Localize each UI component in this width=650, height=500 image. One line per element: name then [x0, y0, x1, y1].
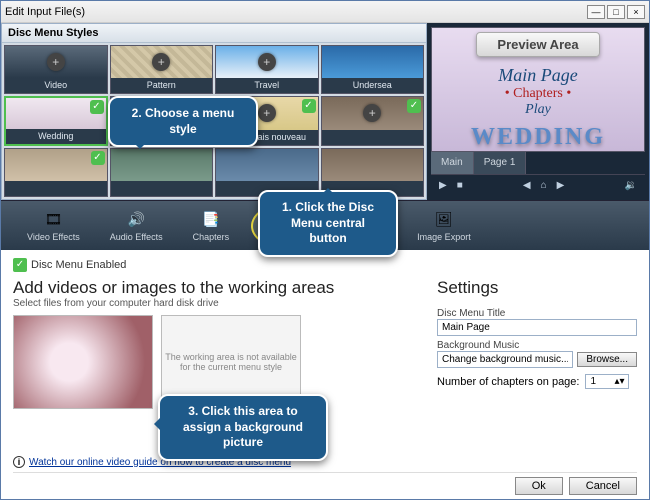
- browse-button[interactable]: Browse...: [577, 352, 637, 367]
- disc-menu-enabled-label: Disc Menu Enabled: [31, 259, 126, 271]
- selected-badge-icon: ✓: [302, 99, 316, 113]
- minimize-button[interactable]: —: [587, 5, 605, 19]
- ok-button[interactable]: Ok: [515, 477, 563, 495]
- preview-area-label: Preview Area: [476, 32, 599, 57]
- callout-2: 2. Choose a menu style: [108, 96, 258, 147]
- callout-1: 1. Click the Disc Menu central button: [258, 190, 398, 257]
- style-item-pattern[interactable]: +Pattern: [110, 45, 214, 94]
- add-icon: +: [258, 53, 276, 71]
- tab-main[interactable]: Main: [431, 152, 474, 174]
- preview-banner: WEDDING: [471, 124, 605, 151]
- chapters-icon: 📑: [199, 210, 223, 230]
- preview-area: Preview Area Main Page Chapters Play WED…: [431, 27, 645, 152]
- styles-header: Disc Menu Styles: [2, 24, 426, 43]
- maximize-button[interactable]: □: [607, 5, 625, 19]
- bg-music-label: Background Music: [437, 340, 637, 351]
- audio-effects-icon: 🔊: [124, 210, 148, 230]
- style-item-travel[interactable]: +Travel: [215, 45, 319, 94]
- settings-column: Settings Disc Menu Title Background Musi…: [437, 278, 637, 472]
- titlebar: Edit Input File(s) — □ ×: [1, 1, 649, 23]
- cancel-button[interactable]: Cancel: [569, 477, 637, 495]
- tab-page1[interactable]: Page 1: [474, 152, 527, 174]
- upper-panel: Disc Menu Styles +Video +Pattern +Travel…: [1, 23, 649, 200]
- settings-heading: Settings: [437, 278, 637, 298]
- next-icon[interactable]: ▶: [557, 180, 565, 191]
- num-chapters-spinner[interactable]: 1▴▾: [585, 374, 629, 389]
- play-icon[interactable]: ▶: [439, 180, 447, 191]
- style-item-wedding[interactable]: ✓Wedding: [4, 96, 108, 145]
- selected-badge-icon: ✓: [407, 99, 421, 113]
- tool-audio-effects[interactable]: 🔊Audio Effects: [104, 208, 169, 244]
- preview-menu-text: Main Page Chapters Play: [498, 65, 577, 118]
- disc-menu-enabled-row[interactable]: ✓ Disc Menu Enabled: [13, 256, 637, 278]
- working-area-1[interactable]: [13, 315, 153, 409]
- selected-badge-icon: ✓: [90, 100, 104, 114]
- callout-3: 3. Click this area to assign a backgroun…: [158, 394, 328, 461]
- num-chapters-label: Number of chapters on page:: [437, 376, 579, 388]
- lower-panel: ✓ Disc Menu Enabled Add videos or images…: [1, 250, 649, 499]
- preview-play: Play: [498, 102, 577, 118]
- tool-image-export[interactable]: 🖼Image Export: [411, 208, 477, 244]
- add-icon: +: [258, 104, 276, 122]
- bg-music-input[interactable]: [437, 351, 573, 368]
- add-icon: +: [152, 53, 170, 71]
- preview-chapters: Chapters: [498, 86, 577, 102]
- style-item-undersea[interactable]: Undersea: [321, 45, 425, 94]
- style-item-video[interactable]: +Video: [4, 45, 108, 94]
- check-icon: ✓: [13, 258, 27, 272]
- volume-icon[interactable]: 🔉: [625, 180, 637, 191]
- tool-video-effects[interactable]: 🎞Video Effects: [21, 208, 86, 244]
- dialog-buttons: Ok Cancel: [13, 472, 637, 495]
- add-icon: +: [47, 53, 65, 71]
- window-title: Edit Input File(s): [5, 6, 585, 18]
- home-icon[interactable]: ⌂: [541, 180, 547, 191]
- style-item[interactable]: ✓: [4, 148, 108, 197]
- playback-controls: ▶ ■ ◀ ⌂ ▶ 🔉: [431, 174, 645, 196]
- preview-tabs: Main Page 1: [431, 152, 645, 174]
- close-button[interactable]: ×: [627, 5, 645, 19]
- spinner-arrows-icon: ▴▾: [614, 376, 624, 387]
- preview-main-page: Main Page: [498, 65, 577, 86]
- edit-input-files-window: Edit Input File(s) — □ × Disc Menu Style…: [0, 0, 650, 500]
- style-item[interactable]: ✓+: [321, 96, 425, 145]
- style-item[interactable]: [110, 148, 214, 197]
- preview-panel: Preview Area Main Page Chapters Play WED…: [427, 23, 649, 200]
- working-heading: Add videos or images to the working area…: [13, 278, 425, 298]
- title-label: Disc Menu Title: [437, 308, 637, 319]
- info-icon: i: [13, 456, 25, 468]
- disc-menu-title-input[interactable]: [437, 319, 637, 336]
- prev-icon[interactable]: ◀: [523, 180, 531, 191]
- video-effects-icon: 🎞: [41, 210, 65, 230]
- working-sub: Select files from your computer hard dis…: [13, 298, 425, 309]
- add-icon: +: [363, 104, 381, 122]
- selected-badge-icon: ✓: [91, 151, 105, 165]
- stop-icon[interactable]: ■: [457, 180, 463, 191]
- tool-chapters[interactable]: 📑Chapters: [187, 208, 236, 244]
- image-export-icon: 🖼: [432, 210, 456, 230]
